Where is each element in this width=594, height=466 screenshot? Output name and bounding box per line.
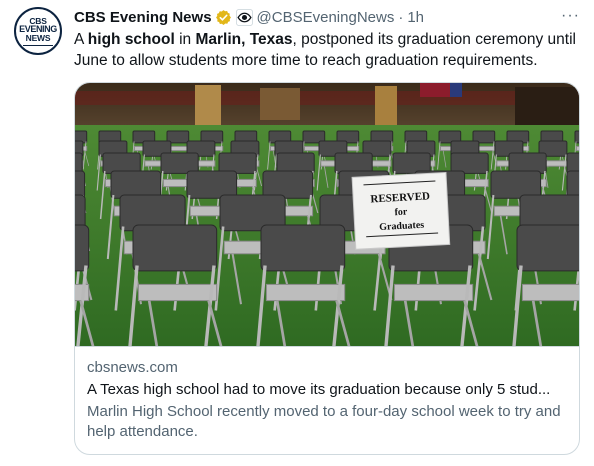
- avatar-rule: [23, 44, 53, 46]
- sign-line-2: for: [394, 207, 408, 219]
- cbs-eye-icon[interactable]: [235, 8, 253, 26]
- gold-check-icon[interactable]: [215, 9, 232, 26]
- author-name[interactable]: CBS Evening News: [74, 9, 212, 26]
- card-image[interactable]: RESERVED for Graduates: [75, 83, 579, 346]
- tweet-header: CBS Evening News @CBSEveningNews · 1h ··…: [74, 7, 580, 27]
- separator-dot: ·: [398, 8, 404, 26]
- reserved-sign: RESERVED for Graduates: [351, 171, 451, 250]
- tweet-text-segment: in: [174, 31, 196, 48]
- tweet[interactable]: CBS EVENING NEWS CBS Evening News @CBSEv…: [0, 0, 594, 466]
- author-handle[interactable]: @CBSEveningNews: [257, 9, 395, 26]
- tweet-text-segment: A: [74, 31, 88, 48]
- card-domain[interactable]: cbsnews.com: [87, 358, 567, 377]
- card-description[interactable]: Marlin High School recently moved to a f…: [87, 402, 567, 442]
- tweet-text-bold-segment: high school: [87, 31, 175, 48]
- link-card[interactable]: RESERVED for Graduates cbsnews.com A Tex…: [74, 82, 580, 455]
- avatar-line-3: NEWS: [25, 33, 51, 43]
- card-body[interactable]: cbsnews.com A Texas high school had to m…: [75, 346, 579, 442]
- card-title[interactable]: A Texas high school had to move its grad…: [87, 380, 567, 400]
- tweet-text-bold-segment: Marlin, Texas: [195, 31, 293, 48]
- tweet-text: A high school in Marlin, Texas, postpone…: [74, 29, 580, 71]
- more-options-icon[interactable]: ···: [561, 7, 580, 25]
- timestamp[interactable]: 1h: [407, 9, 424, 26]
- avatar[interactable]: CBS EVENING NEWS: [14, 7, 62, 55]
